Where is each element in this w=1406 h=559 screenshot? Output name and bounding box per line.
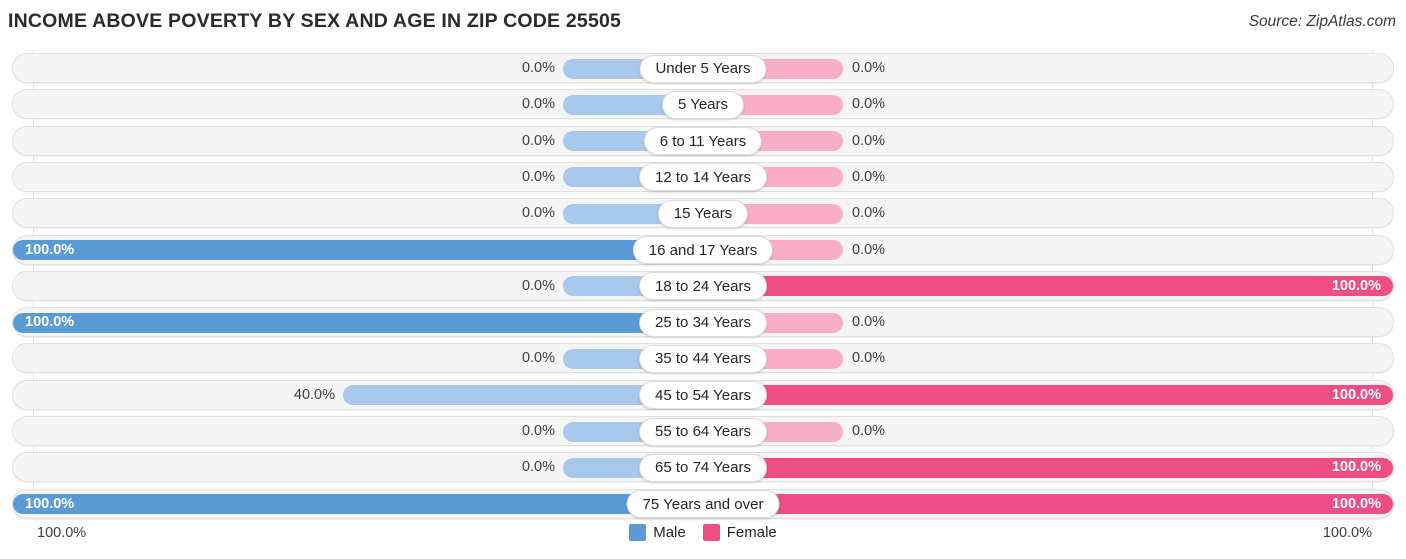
chart-row: 0.0% 0.0% Under 5 Years: [0, 50, 1406, 86]
chart-page: INCOME ABOVE POVERTY BY SEX AND AGE IN Z…: [0, 0, 1406, 559]
value-label-male: 0.0%: [521, 96, 555, 113]
source-attribution: Source: ZipAtlas.com: [1248, 13, 1396, 30]
chart-row: 0.0% 100.0% 18 to 24 Years: [0, 268, 1406, 304]
category-label-pill: 75 Years and over: [626, 490, 780, 519]
chart-plot-area: 0.0% 0.0% Under 5 Years 0.0% 0.0% 5 Years 0.0%…: [0, 50, 1406, 519]
category-label-pill: 12 to 14 Years: [639, 163, 767, 192]
category-label-pill: 65 to 74 Years: [639, 453, 767, 482]
value-label-female: 100.0%: [1331, 495, 1381, 512]
legend-item-female[interactable]: Female: [702, 524, 777, 541]
page-title: INCOME ABOVE POVERTY BY SEX AND AGE IN Z…: [8, 10, 622, 32]
category-label-pill: 5 Years: [661, 90, 745, 119]
value-label-female: 0.0%: [852, 241, 886, 258]
category-label-pill: 45 to 54 Years: [639, 381, 767, 410]
legend-swatch-female-icon: [702, 524, 720, 541]
bar-male[interactable]: [13, 494, 703, 515]
value-label-male: 0.0%: [521, 205, 555, 222]
value-label-female: 0.0%: [852, 96, 886, 113]
value-label-male: 0.0%: [521, 423, 555, 439]
value-label-male: 0.0%: [521, 60, 555, 76]
category-label-pill: 6 to 11 Years: [643, 127, 763, 156]
value-label-male: 0.0%: [521, 459, 555, 476]
value-label-female: 100.0%: [1331, 386, 1381, 403]
value-label-female: 0.0%: [852, 350, 886, 367]
category-label-pill: Under 5 Years: [639, 54, 767, 83]
chart-row: 0.0% 100.0% 65 to 74 Years: [0, 449, 1406, 485]
chart-legend: Male Female: [0, 524, 1406, 541]
category-label-pill: 18 to 24 Years: [639, 272, 767, 301]
chart-row: 0.0% 0.0% 35 to 44 Years: [0, 340, 1406, 376]
value-label-female: 100.0%: [1331, 459, 1381, 476]
chart-row: 0.0% 0.0% 15 Years: [0, 195, 1406, 231]
legend-swatch-male-icon: [629, 524, 647, 541]
value-label-male: 100.0%: [25, 495, 75, 512]
category-label-pill: 16 and 17 Years: [632, 236, 774, 264]
chart-row: 0.0% 0.0% 55 to 64 Years: [0, 413, 1406, 449]
value-label-female: 0.0%: [852, 60, 886, 76]
legend-label-male: Male: [653, 524, 686, 541]
value-label-female: 100.0%: [1331, 277, 1381, 294]
value-label-female: 0.0%: [852, 423, 886, 439]
value-label-female: 0.0%: [852, 132, 886, 149]
value-label-male: 100.0%: [25, 241, 75, 258]
chart-row: 100.0% 0.0% 25 to 34 Years: [0, 304, 1406, 340]
value-label-male: 100.0%: [25, 314, 75, 331]
category-label-pill: 25 to 34 Years: [639, 308, 767, 337]
category-label-pill: 35 to 44 Years: [639, 344, 767, 373]
category-label-pill: 15 Years: [657, 199, 749, 228]
chart-row: 100.0% 100.0% 75 Years and over: [0, 486, 1406, 522]
category-label-pill: 55 to 64 Years: [639, 417, 767, 446]
legend-item-male[interactable]: Male: [629, 524, 686, 541]
legend-label-female: Female: [726, 524, 777, 541]
value-label-male: 0.0%: [521, 168, 555, 185]
chart-footer: 100.0% 100.0% Male Female: [0, 520, 1406, 559]
chart-row: 40.0% 100.0% 45 to 54 Years: [0, 377, 1406, 413]
value-label-female: 0.0%: [852, 314, 886, 331]
value-label-male: 0.0%: [521, 132, 555, 149]
chart-row: 0.0% 0.0% 6 to 11 Years: [0, 123, 1406, 159]
chart-row: 100.0% 0.0% 16 and 17 Years: [0, 232, 1406, 268]
chart-row: 0.0% 0.0% 12 to 14 Years: [0, 159, 1406, 195]
value-label-male: 0.0%: [521, 277, 555, 294]
value-label-male: 0.0%: [521, 350, 555, 367]
bar-male[interactable]: [13, 312, 703, 333]
bar-male[interactable]: [13, 240, 703, 260]
chart-row: 0.0% 0.0% 5 Years: [0, 86, 1406, 122]
value-label-male: 40.0%: [293, 386, 335, 403]
value-label-female: 0.0%: [852, 168, 886, 185]
value-label-female: 0.0%: [852, 205, 886, 222]
